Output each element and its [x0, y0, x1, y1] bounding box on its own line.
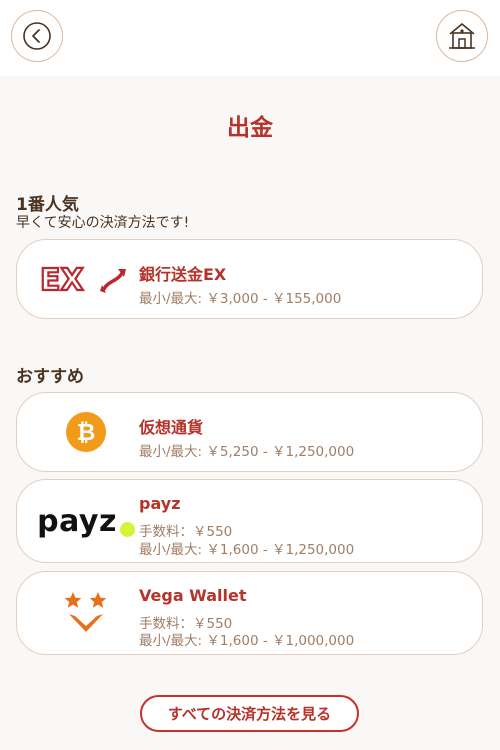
method-name: 銀行送金EX	[139, 265, 227, 284]
method-limits: 最小/最大: ￥1,600 - ￥1,250,000	[139, 542, 355, 558]
back-button[interactable]	[11, 10, 63, 62]
vega-wallet-logo	[31, 572, 141, 654]
payment-method-bank-transfer-ex[interactable]: EX 銀行送金EX 最小/最大: ￥3,000 - ￥155,000	[16, 239, 483, 319]
chevron-left-icon	[23, 22, 51, 50]
method-name: Vega Wallet	[139, 586, 247, 605]
method-limits: 最小/最大: ￥1,600 - ￥1,000,000	[139, 633, 355, 649]
payment-method-vega-wallet[interactable]: Vega Wallet 手数料：￥550 最小/最大: ￥1,600 - ￥1,…	[16, 571, 483, 655]
payz-logo: payz	[31, 480, 141, 562]
vega-wallet-icon	[64, 592, 107, 632]
bank-transfer-ex-logo: EX	[31, 240, 141, 318]
bitcoin-icon: ₿	[66, 412, 106, 452]
svg-text:₿: ₿	[77, 420, 96, 446]
payment-method-payz[interactable]: payz payz 手数料：￥550 最小/最大: ￥1,600 - ￥1,25…	[16, 479, 483, 563]
method-fee: 手数料：￥550	[139, 524, 233, 540]
payz-logo-text: payz	[37, 503, 117, 539]
method-limits: 最小/最大: ￥5,250 - ￥1,250,000	[139, 444, 355, 460]
see-all-payment-methods-button[interactable]: すべての決済方法を見る	[140, 695, 359, 732]
method-limits: 最小/最大: ￥3,000 - ￥155,000	[139, 291, 342, 307]
popular-section-subtitle: 早くて安心の決済方法です!	[16, 215, 190, 231]
home-icon	[449, 23, 475, 49]
payz-dot	[119, 521, 135, 537]
home-button[interactable]	[436, 10, 488, 62]
logo-text: EX	[40, 263, 84, 298]
payment-method-crypto[interactable]: ₿ 仮想通貨 最小/最大: ￥5,250 - ￥1,250,000	[16, 392, 483, 472]
method-name: payz	[139, 494, 181, 513]
bitcoin-logo: ₿	[31, 393, 141, 471]
page-title: 出金	[227, 115, 273, 141]
header-bar	[0, 0, 500, 76]
recommended-section-title: おすすめ	[16, 367, 84, 387]
method-name: 仮想通貨	[139, 418, 204, 437]
